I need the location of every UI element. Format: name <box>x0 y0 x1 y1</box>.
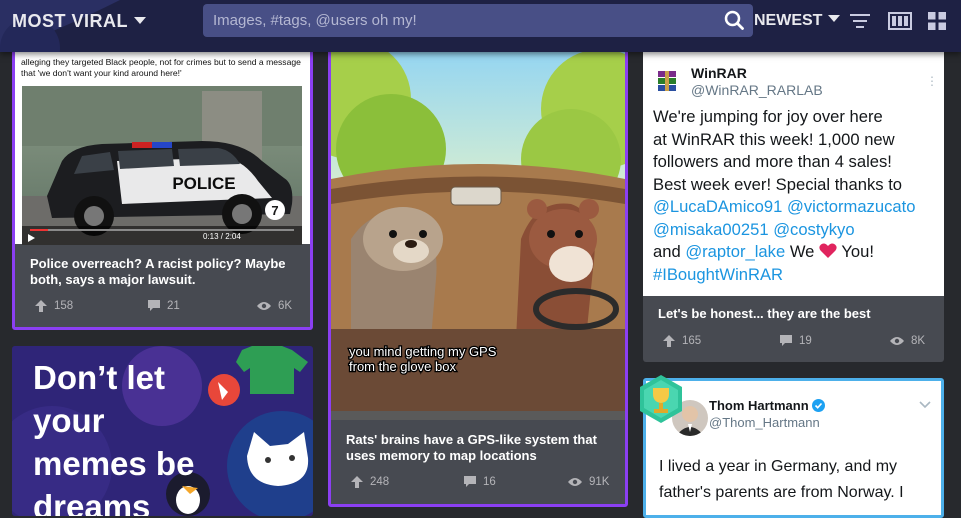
post-stats: 158 21 6K <box>30 300 295 316</box>
views: 91K <box>568 476 609 488</box>
tweet-line: We're jumping for joy over here <box>653 107 883 126</box>
post-card-meme-dreams[interactable]: Don’t let your memes be dreams <box>12 346 313 516</box>
comment-button[interactable]: 16 <box>464 476 496 488</box>
hashtag-link[interactable]: #IBoughtWinRAR <box>653 265 783 284</box>
heart-icon <box>819 243 837 258</box>
comment-count: 21 <box>167 300 180 312</box>
tweet-embed[interactable]: WinRAR @WinRAR_RARLAB ⋮ We're jumping fo… <box>643 36 944 296</box>
views: 6K <box>257 300 292 312</box>
police-car-image: POLICE 7 <box>22 86 302 245</box>
post-stats: 165 19 8K <box>658 335 929 351</box>
tweet-word: You! <box>841 242 874 261</box>
tweet-author-name: Thom Hartmann <box>709 398 809 413</box>
upvote-arrow-icon <box>663 335 675 347</box>
comment-button[interactable]: 21 <box>148 300 180 312</box>
comment-icon <box>780 335 792 346</box>
post-card-winrar[interactable]: WinRAR @WinRAR_RARLAB ⋮ We're jumping fo… <box>643 36 944 362</box>
sort-dropdown[interactable]: MOST VIRAL <box>12 10 146 32</box>
tweet-author-name: WinRAR <box>691 65 747 81</box>
tweet-text: I lived a year in Germany, and my father… <box>659 454 941 506</box>
post-media[interactable]: alleging they targeted Black people, not… <box>15 39 310 245</box>
channel-logo: 7 <box>271 203 278 218</box>
chevron-down-icon <box>134 17 146 24</box>
tweet-line: father's parents are from Norway. I <box>659 484 904 501</box>
upvote-count: 165 <box>682 335 702 347</box>
more-options-icon[interactable]: ⋮ <box>926 74 938 88</box>
upvote-button[interactable]: 158 <box>35 300 73 312</box>
gif-caption-line-2: from the glove box <box>349 359 456 374</box>
tweet-text: We're jumping for joy over here at WinRA… <box>653 106 941 286</box>
post-title[interactable]: Police overreach? A racist policy? Maybe… <box>30 256 298 288</box>
post-title[interactable]: Rats' brains have a GPS-like system that… <box>346 432 613 464</box>
order-dropdown-label: NEWEST <box>754 12 823 29</box>
upvote-button[interactable]: 248 <box>351 476 389 488</box>
top-bar: MOST VIRAL NEWEST <box>0 0 961 52</box>
comment-count: 19 <box>799 335 812 347</box>
upvote-count: 248 <box>370 476 390 488</box>
sort-lines-icon[interactable] <box>850 12 870 30</box>
eye-icon <box>257 302 271 310</box>
comment-button[interactable]: 19 <box>780 335 812 347</box>
comment-icon <box>464 476 476 487</box>
otters-driving-image[interactable]: you mind getting my GPS from the glove b… <box>331 39 625 420</box>
tweet-word: We <box>789 242 815 261</box>
meme-text-line: your <box>33 402 105 439</box>
chevron-down-icon[interactable] <box>919 401 931 409</box>
upvote-arrow-icon <box>351 476 363 488</box>
post-card-rats-gps[interactable]: you mind getting my GPS from the glove b… <box>328 36 628 507</box>
post-stats: 248 16 91K <box>346 476 610 492</box>
views: 8K <box>890 335 925 347</box>
eye-icon <box>568 478 582 486</box>
sort-dropdown-label: MOST VIRAL <box>12 11 128 31</box>
meme-text: Don’t let your memes be dreams <box>33 356 194 516</box>
search-input[interactable] <box>203 4 753 37</box>
grid-view-icon[interactable] <box>927 12 947 30</box>
post-card-police[interactable]: alleging they targeted Black people, not… <box>12 36 313 330</box>
tile-view-icon[interactable] <box>888 12 912 30</box>
tweet-author-handle: @Thom_Hartmann <box>709 415 820 430</box>
chevron-down-icon <box>828 15 841 22</box>
mention-link[interactable]: @raptor_lake <box>685 242 785 261</box>
meme-text-line: memes be <box>33 445 195 482</box>
comment-icon <box>148 300 160 311</box>
tweet-author-handle: @WinRAR_RARLAB <box>691 82 823 98</box>
gif-caption-line-1: you mind getting my GPS <box>349 344 497 359</box>
meme-text-line: Don’t let <box>33 359 165 396</box>
tweet-line: I lived a year in Germany, and my <box>659 458 898 475</box>
comment-count: 16 <box>483 476 496 488</box>
upvote-button[interactable]: 165 <box>663 335 701 347</box>
meme-text-line: dreams <box>33 488 151 516</box>
video-timestamp: 0:13 / 2:04 <box>203 232 241 241</box>
winrar-logo-icon <box>658 71 676 91</box>
tweet-word: and <box>653 242 681 261</box>
mention-link[interactable]: @victormazucato <box>787 197 915 216</box>
mention-link[interactable]: @LucaDAmico91 <box>653 197 782 216</box>
search-icon[interactable] <box>724 10 744 30</box>
verified-icon <box>812 399 826 412</box>
mention-link[interactable]: @costykyo <box>773 220 854 239</box>
upvote-arrow-icon <box>35 300 47 312</box>
eye-icon <box>890 337 904 345</box>
trophy-icon[interactable] <box>638 374 684 424</box>
post-card-thom-hartmann[interactable]: Thom Hartmann @Thom_Hartmann I lived a y… <box>643 378 944 518</box>
mention-link[interactable]: @misaka00251 <box>653 220 769 239</box>
post-title[interactable]: Let's be honest... they are the best <box>658 306 932 322</box>
order-dropdown[interactable]: NEWEST <box>754 10 841 32</box>
tweet-line: at WinRAR this week! 1,000 new <box>653 129 895 149</box>
upvote-count: 158 <box>54 300 74 312</box>
tweet-line: Best week ever! Special thanks to <box>653 174 903 194</box>
view-count: 91K <box>589 476 610 488</box>
tweet-line: followers and more than 4 sales! <box>653 152 892 171</box>
police-car-text: POLICE <box>172 174 235 193</box>
view-count: 6K <box>278 300 293 312</box>
video-overlay-text: alleging they targeted Black people, not… <box>21 57 301 78</box>
view-count: 8K <box>911 335 926 347</box>
